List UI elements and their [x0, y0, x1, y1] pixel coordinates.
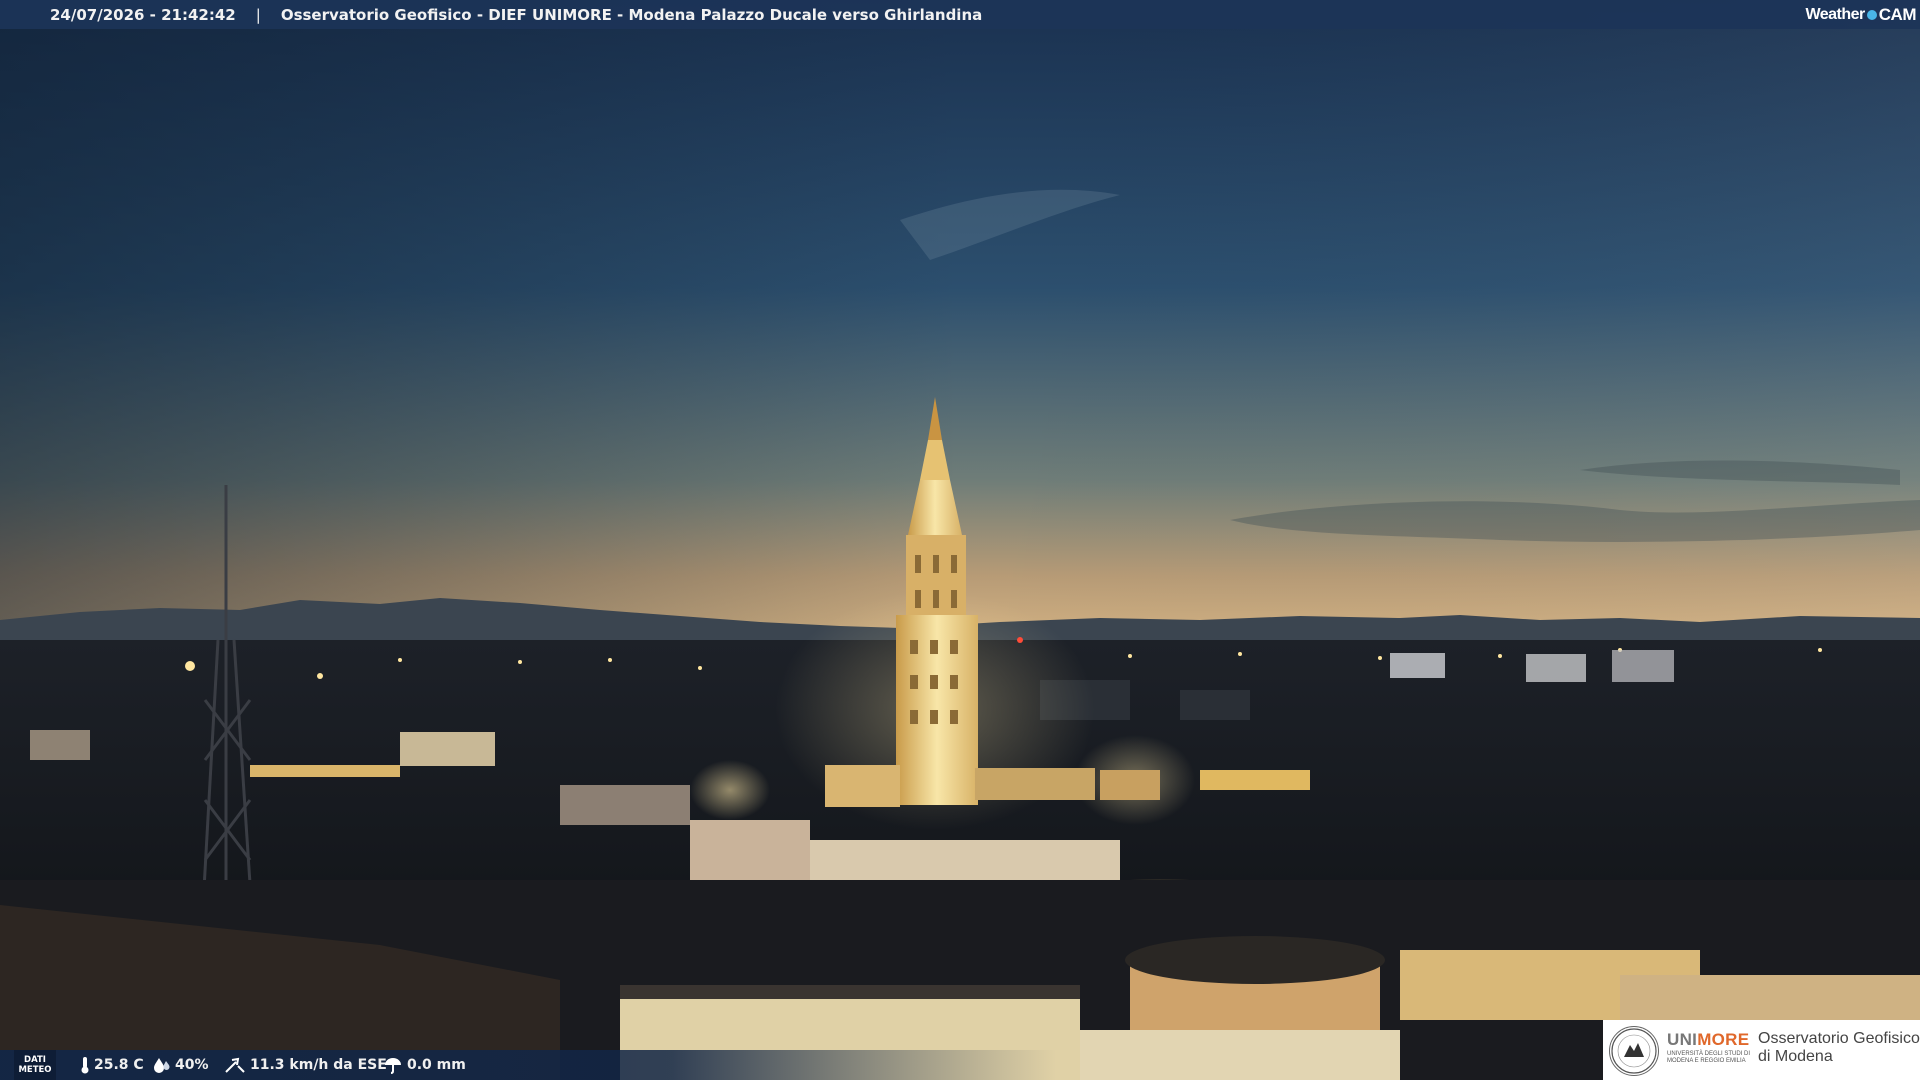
header-bar: 24/07/2026 - 21:42:42 | Osservatorio Geo…	[0, 0, 1920, 29]
unimore-brand: UNIMORE	[1667, 1030, 1749, 1050]
university-line: UNIVERSITÀ DEGLI STUDI DI MODENA E REGGI…	[1667, 1051, 1751, 1064]
timestamp: 24/07/2026 - 21:42:42	[50, 5, 236, 24]
unimore-brand-part1: UNI	[1667, 1030, 1698, 1049]
webcam-view	[0, 0, 1920, 1080]
humidity-drop-icon	[154, 1058, 170, 1073]
dati-meteo-line1: DATI	[24, 1055, 46, 1065]
rain-icon	[385, 1058, 401, 1074]
temperature-readout: 25.8 C	[80, 1050, 144, 1080]
dati-meteo-badge: DATI METEO	[14, 1050, 56, 1080]
rain-readout: 0.0 mm	[383, 1050, 466, 1080]
unimore-logo: UNIMORE UNIVERSITÀ DEGLI STUDI DI MODENA…	[1603, 1020, 1920, 1080]
observatory-name: Osservatorio Geofisico di Modena	[1758, 1030, 1920, 1066]
weathercam-logo-prefix: Weather	[1805, 5, 1865, 23]
observatory-line2: di Modena	[1758, 1048, 1833, 1065]
camera-title: Osservatorio Geofisico - DIEF UNIMORE - …	[280, 5, 983, 24]
humidity-value: 40%	[175, 1057, 209, 1073]
weathercam-logo-suffix: CAM	[1878, 4, 1917, 24]
observatory-line1: Osservatorio Geofisico	[1758, 1030, 1920, 1047]
temperature-value: 25.8 C	[94, 1057, 144, 1073]
unimore-brand-part2: MORE	[1697, 1030, 1750, 1049]
wind-value: 11.3 km/h da ESE	[250, 1057, 387, 1073]
weathercam-dot-icon	[1866, 9, 1877, 20]
wind-readout: 11.3 km/h da ESE	[224, 1050, 387, 1080]
wind-icon	[225, 1057, 245, 1073]
header-separator: |	[255, 5, 261, 24]
humidity-readout: 40%	[153, 1050, 209, 1080]
dati-meteo-line2: METEO	[18, 1065, 52, 1075]
weathercam-logo: Weather CAM	[1805, 0, 1916, 29]
thermometer-icon	[81, 1057, 89, 1074]
rain-value: 0.0 mm	[407, 1057, 466, 1073]
unimore-seal-icon	[1609, 1026, 1659, 1076]
